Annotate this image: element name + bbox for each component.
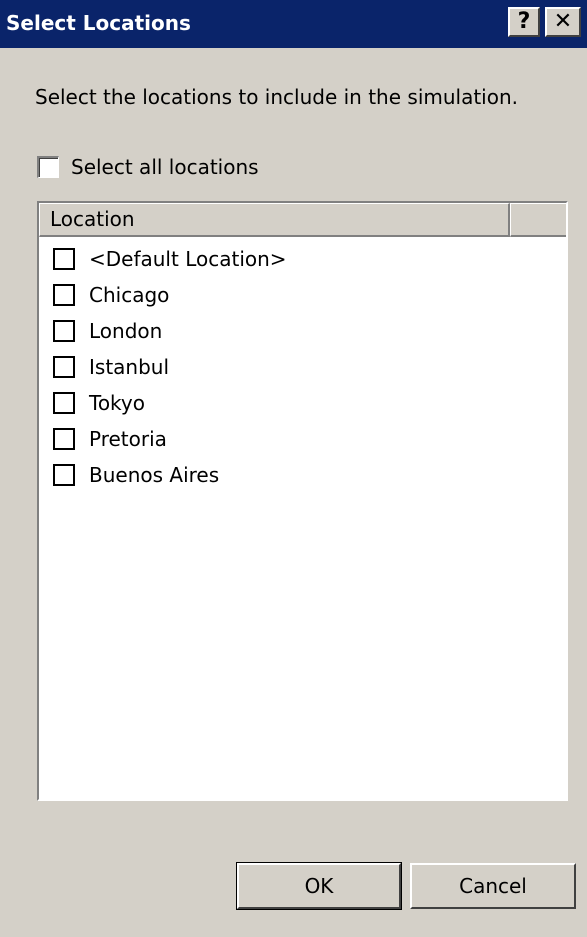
close-icon: ✕: [553, 9, 573, 34]
list-item[interactable]: London: [39, 313, 566, 349]
list-item[interactable]: Chicago: [39, 277, 566, 313]
help-button[interactable]: ?: [508, 7, 540, 37]
list-item[interactable]: Pretoria: [39, 421, 566, 457]
location-checkbox[interactable]: [53, 464, 75, 486]
ok-button[interactable]: OK: [237, 863, 401, 909]
select-locations-dialog: Select Locations ? ✕ Select the location…: [0, 0, 587, 937]
location-label[interactable]: London: [89, 318, 162, 344]
title-bar: Select Locations ? ✕: [0, 0, 587, 48]
location-label[interactable]: Pretoria: [89, 426, 167, 452]
list-item[interactable]: Istanbul: [39, 349, 566, 385]
location-checkbox[interactable]: [53, 392, 75, 414]
select-all-label[interactable]: Select all locations: [71, 154, 259, 180]
location-label[interactable]: Chicago: [89, 282, 169, 308]
location-label[interactable]: Istanbul: [89, 354, 169, 380]
list-header: Location: [39, 203, 566, 237]
cancel-button[interactable]: Cancel: [410, 863, 576, 909]
column-header-location[interactable]: Location: [39, 203, 510, 237]
location-rows: <Default Location> Chicago London Istanb…: [39, 241, 566, 493]
location-checkbox[interactable]: [53, 320, 75, 342]
locations-list[interactable]: Location <Default Location> Chicago Lond…: [37, 201, 568, 801]
list-item[interactable]: Tokyo: [39, 385, 566, 421]
location-label[interactable]: <Default Location>: [89, 246, 287, 272]
location-label[interactable]: Buenos Aires: [89, 462, 219, 488]
select-all-checkbox-row[interactable]: Select all locations: [37, 154, 259, 180]
window-title: Select Locations: [6, 11, 191, 35]
list-item[interactable]: <Default Location>: [39, 241, 566, 277]
select-all-checkbox[interactable]: [37, 156, 59, 178]
close-button[interactable]: ✕: [545, 7, 581, 37]
location-label[interactable]: Tokyo: [89, 390, 145, 416]
location-checkbox[interactable]: [53, 284, 75, 306]
location-checkbox[interactable]: [53, 248, 75, 270]
instructions-text: Select the locations to include in the s…: [35, 85, 519, 109]
location-checkbox[interactable]: [53, 356, 75, 378]
location-checkbox[interactable]: [53, 428, 75, 450]
column-header-blank[interactable]: [510, 203, 566, 237]
list-item[interactable]: Buenos Aires: [39, 457, 566, 493]
